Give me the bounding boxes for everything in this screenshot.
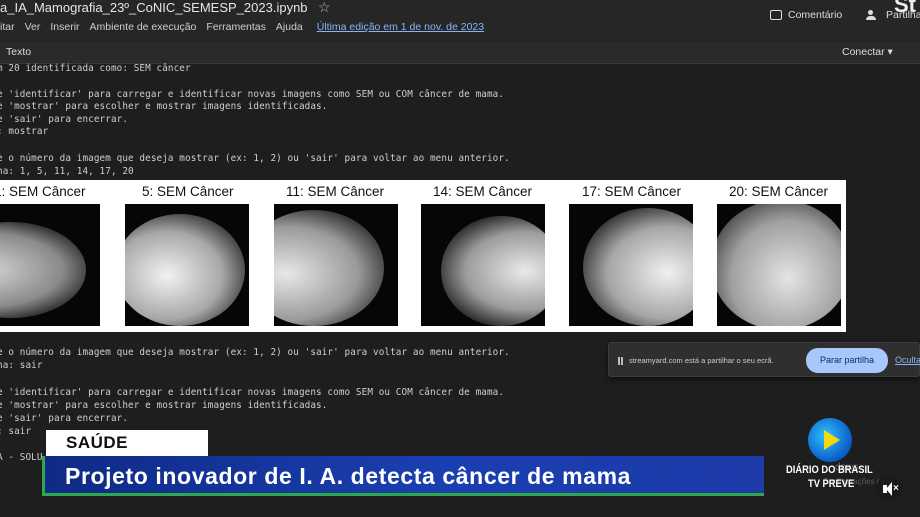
channel-subtitle: TV PREVE	[808, 478, 855, 490]
stop-sharing-button[interactable]: Parar partilha	[806, 348, 888, 373]
output-line: : mostrar	[0, 126, 49, 137]
channel-logo-icon	[808, 418, 852, 462]
notebook-toolbar: Texto Conectar ▾	[0, 42, 920, 64]
mammogram-label: 17: SEM Câncer	[582, 184, 682, 199]
output-line: e 'mostrar' para escolher e mostrar imag…	[0, 400, 328, 411]
streamyard-logo: St	[894, 0, 916, 17]
output-line: e 'identificar' para carregar e identifi…	[0, 387, 505, 398]
screen-share-notice: streamyard.com está a partilhar o seu ec…	[608, 342, 920, 377]
mammogram-image	[0, 204, 100, 326]
section-tag: SAÚDE	[46, 430, 208, 458]
menu-item-tools[interactable]: Ferramentas	[206, 21, 266, 33]
output-line: e o número da imagem que deseja mostrar …	[0, 347, 510, 358]
headline-bar: Projeto inovador de I. A. detecta câncer…	[42, 456, 764, 496]
output-line: e 'identificar' para carregar e identifi…	[0, 89, 505, 100]
share-notice-text: streamyard.com está a partilhar o seu ec…	[629, 356, 774, 365]
menu-item-edit[interactable]: itar	[0, 21, 15, 33]
mammogram-image	[421, 204, 545, 326]
output-line: e 'sair' para encerrar.	[0, 413, 129, 424]
add-text-button[interactable]: Texto	[6, 46, 31, 58]
menu-item-view[interactable]: Ver	[25, 21, 41, 33]
menu-bar: itar Ver Inserir Ambiente de execução Fe…	[0, 21, 484, 33]
hide-notice-link[interactable]: Ocultar	[895, 355, 920, 365]
output-line: e 'mostrar' para escolher e mostrar imag…	[0, 101, 328, 112]
menu-item-insert[interactable]: Inserir	[50, 21, 79, 33]
mammogram-label: 1: SEM Câncer	[0, 184, 86, 199]
output-line: e 'sair' para encerrar.	[0, 114, 129, 125]
mammogram-label: 11: SEM Câncer	[286, 184, 385, 199]
mute-x-icon: ×	[893, 483, 899, 494]
comment-button[interactable]: Comentário	[770, 9, 842, 21]
connect-label: Conectar	[842, 46, 885, 58]
notebook-title[interactable]: a_IA_Mamografia_23º_CoNIC_SEMESP_2023.ip…	[0, 0, 308, 15]
mammogram-label: 20: SEM Câncer	[729, 184, 829, 199]
headline-text: Projeto inovador de I. A. detecta câncer…	[65, 463, 632, 489]
mammogram-image	[125, 204, 249, 326]
mammogram-label: 14: SEM Câncer	[433, 184, 533, 199]
mammogram-image	[274, 204, 398, 326]
mammogram-image	[717, 204, 841, 326]
output-line: e o número da imagem que deseja mostrar …	[0, 153, 510, 164]
output-line: : sair	[0, 426, 32, 437]
connect-button[interactable]: Conectar ▾	[842, 46, 893, 58]
people-icon	[866, 10, 880, 20]
mammogram-label: 5: SEM Câncer	[142, 184, 234, 199]
output-line: m 20 identificada como: SEM câncer	[0, 63, 191, 74]
channel-name: DIÁRIO DO BRASIL	[786, 464, 873, 476]
star-icon[interactable]: ☆	[318, 0, 331, 16]
mammogram-image	[569, 204, 693, 326]
output-line: A - SOLU	[0, 452, 43, 463]
section-label: SAÚDE	[66, 433, 129, 452]
mammography-image-strip: 1: SEM Câncer 5: SEM Câncer 11: SEM Cânc…	[0, 180, 846, 332]
output-line: ha: sair	[0, 360, 43, 371]
drag-handle-icon[interactable]	[618, 357, 623, 365]
last-edit-link[interactable]: Última edição em 1 de nov. de 2023	[317, 21, 484, 33]
menu-item-help[interactable]: Ajuda	[276, 21, 303, 33]
menu-item-runtime[interactable]: Ambiente de execução	[90, 21, 197, 33]
comment-icon	[770, 10, 782, 20]
comment-label: Comentário	[788, 9, 843, 21]
output-line: ha: 1, 5, 11, 14, 17, 20	[0, 166, 134, 177]
notebook-header: a_IA_Mamografia_23º_CoNIC_SEMESP_2023.ip…	[0, 0, 920, 42]
